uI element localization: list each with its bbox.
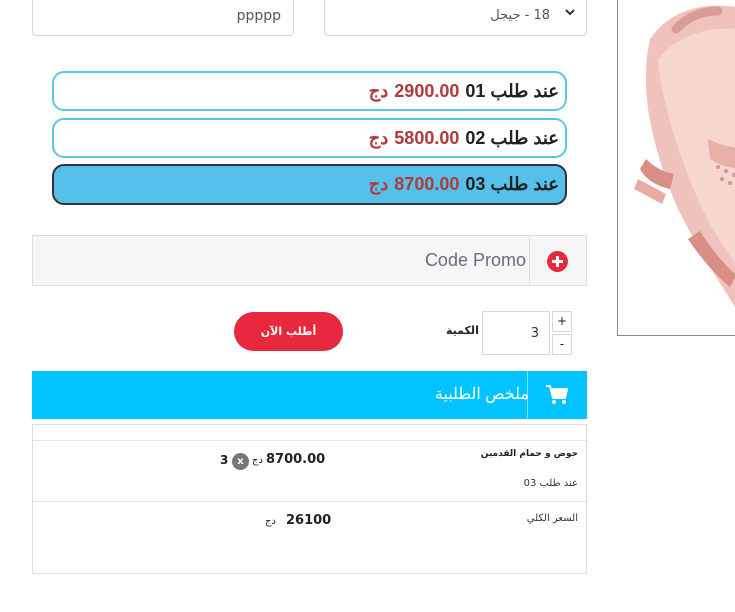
summary-total-label: السعر الكلي (526, 513, 578, 524)
offer-option-1[interactable]: دج 2900.00 عند طلب 01 (52, 71, 567, 111)
offer-option-3[interactable]: دج 8700.00 عند طلب 03 (52, 164, 567, 205)
cart-icon (546, 385, 568, 404)
summary-line-currency: دج (252, 455, 263, 466)
wilaya-select[interactable]: 18 - جيجل (324, 0, 587, 36)
offer-option-2[interactable]: دج 5800.00 عند طلب 02 (52, 118, 567, 158)
summary-divider (527, 371, 528, 419)
offer-price: 2900.00 (394, 80, 460, 101)
order-summary-header: ملخص الطلبية (32, 371, 587, 419)
quantity-increment-button[interactable]: + (552, 311, 572, 332)
table-divider (33, 501, 586, 502)
name-input[interactable]: ppppp (32, 0, 294, 36)
plus-circle-icon[interactable] (547, 251, 568, 272)
promo-code-label: Code Promo (424, 250, 526, 270)
product-image (617, 0, 735, 336)
order-summary-title: ملخص الطلبية (434, 386, 529, 403)
summary-total-value: 26100 (286, 513, 332, 528)
offer-label: عند طلب 03 (465, 174, 559, 194)
promo-divider (529, 236, 530, 285)
offer-currency: دج (368, 80, 389, 101)
foot-bath-illustration (634, 5, 735, 308)
chevron-down-icon (565, 9, 575, 16)
name-input-value: ppppp (236, 8, 281, 24)
offer-price: 5800.00 (394, 127, 460, 148)
quantity-decrement-button[interactable]: - (552, 334, 572, 355)
offer-currency: دج (368, 127, 389, 148)
table-divider (33, 440, 586, 441)
offer-label: عند طلب 02 (465, 127, 559, 148)
quantity-value: 3 (530, 326, 539, 341)
quantity-input[interactable]: 3 (482, 311, 550, 355)
offer-price: 8700.00 (394, 174, 460, 194)
summary-total-currency: دج (265, 516, 276, 527)
remove-item-icon[interactable]: x (232, 453, 249, 470)
summary-line-quantity: 3 (220, 453, 229, 467)
promo-code-toggle[interactable]: Code Promo (32, 235, 587, 286)
quantity-label: الكمية (446, 324, 479, 337)
wilaya-select-value: 18 - جيجل (490, 8, 550, 23)
summary-product-offer: عند طلب 03 (523, 478, 578, 489)
offer-currency: دج (368, 174, 389, 194)
summary-line-price: 8700.00 (266, 452, 326, 467)
offer-label: عند طلب 01 (465, 80, 559, 101)
order-summary-table: حوض و حمام القدمين عند طلب 03 8700.00 دج… (32, 424, 587, 574)
order-now-button[interactable]: أطلب الآن (234, 312, 343, 351)
summary-product-name: حوض و حمام القدمين (480, 449, 578, 459)
